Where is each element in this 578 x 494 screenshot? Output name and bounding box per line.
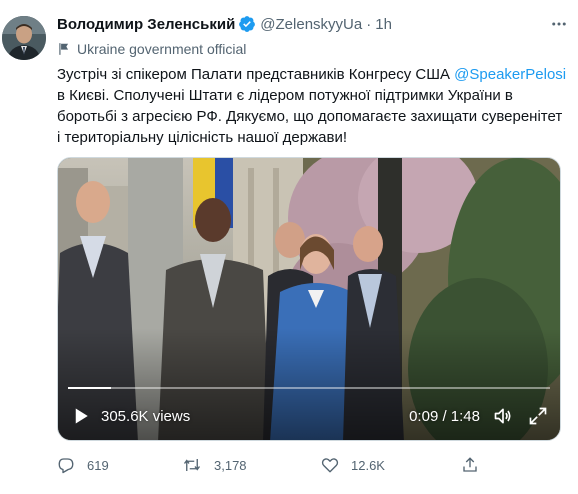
flag-icon	[59, 43, 69, 55]
video-time: 0:09 / 1:48	[409, 408, 480, 425]
separator: ·	[366, 15, 372, 33]
retweet-icon	[183, 459, 201, 471]
tweet-header: Володимир Зеленський @ZelenskyyUa · 1h	[57, 13, 568, 35]
author-name[interactable]: Володимир Зеленський	[57, 16, 235, 33]
tweet[interactable]: Володимир Зеленський @ZelenskyyUa · 1h U…	[0, 0, 578, 494]
tweet-actions: 619 3,178 12.6K	[57, 454, 561, 476]
like-button[interactable]: 12.6K	[321, 454, 385, 476]
reply-button[interactable]: 619	[57, 454, 109, 476]
reply-count: 619	[87, 457, 109, 473]
retweet-count: 3,178	[214, 457, 247, 473]
government-label: Ukraine government official	[57, 39, 246, 59]
video-progress-bar[interactable]	[68, 387, 550, 389]
fullscreen-icon[interactable]	[528, 406, 548, 430]
tweet-text: Зустріч зі спікером Палати представників…	[57, 64, 567, 148]
verified-badge-icon	[239, 16, 256, 32]
like-count: 12.6K	[351, 457, 385, 473]
volume-icon[interactable]	[492, 406, 514, 430]
view-count: 305.6K views	[101, 408, 191, 425]
more-icon[interactable]	[550, 15, 568, 38]
reply-icon	[58, 458, 74, 474]
video-player[interactable]: 305.6K views 0:09 / 1:48	[57, 157, 561, 441]
video-progress-fill	[68, 387, 112, 389]
government-label-text: Ukraine government official	[77, 41, 247, 57]
tweet-text-part: в Києві. Сполучені Штати є лідером потуж…	[57, 87, 563, 146]
share-button[interactable]	[461, 454, 491, 476]
timestamp[interactable]: 1h	[375, 16, 392, 33]
tweet-text-part: Зустріч зі спікером Палати представників…	[57, 66, 455, 83]
retweet-button[interactable]: 3,178	[182, 454, 247, 476]
share-icon	[463, 457, 477, 472]
author-handle[interactable]: @ZelenskyyUa	[260, 16, 362, 33]
video-controls: 305.6K views 0:09 / 1:48	[58, 398, 560, 434]
avatar[interactable]	[2, 16, 46, 60]
mention-link[interactable]: @SpeakerPelosi	[454, 66, 566, 83]
like-icon	[321, 458, 339, 473]
play-icon[interactable]	[72, 407, 90, 429]
